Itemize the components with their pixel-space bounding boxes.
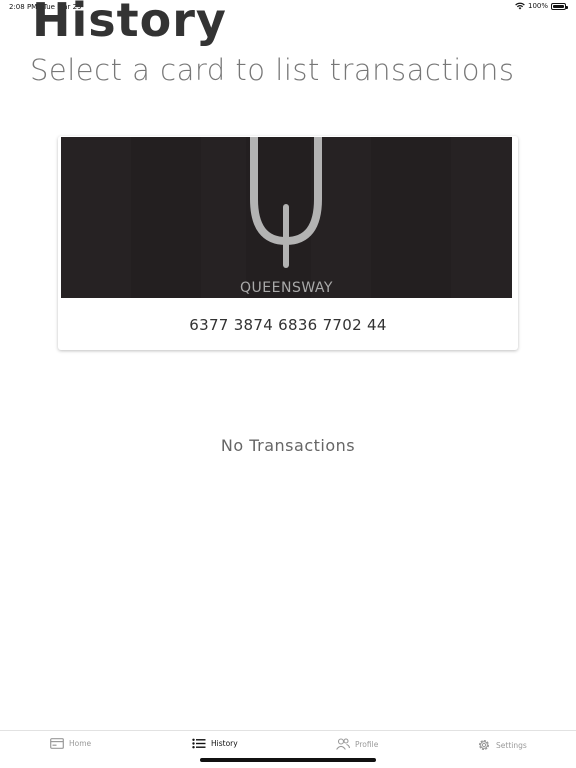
status-indicators: 100%	[515, 2, 568, 10]
tab-settings[interactable]: Settings	[477, 738, 527, 752]
tab-home[interactable]: Home	[50, 738, 91, 749]
tab-profile-label: Profile	[355, 739, 379, 749]
list-icon	[192, 738, 206, 749]
card-icon	[50, 738, 64, 749]
page-subtitle: Select a card to list transactions	[30, 53, 515, 87]
queensway-logo-icon	[250, 137, 322, 268]
card-tile[interactable]: QUEENSWAY 6377 3874 6836 7702 44	[58, 136, 518, 350]
card-number: 6377 3874 6836 7702 44	[189, 316, 387, 334]
page-title: History	[32, 0, 227, 47]
tab-history[interactable]: History	[192, 738, 238, 749]
wifi-icon	[515, 2, 525, 10]
tab-profile[interactable]: Profile	[336, 738, 378, 750]
tab-bar: Home History Profile Settings	[0, 730, 576, 768]
users-icon	[336, 738, 350, 750]
card-brand: QUEENSWAY	[240, 280, 333, 296]
battery-percent: 100%	[527, 2, 548, 10]
battery-icon	[551, 2, 568, 10]
tab-home-label: Home	[69, 739, 92, 748]
card-image: QUEENSWAY	[61, 137, 512, 298]
tab-settings-label: Settings	[496, 740, 527, 750]
home-indicator	[200, 758, 376, 762]
empty-transactions-message: No Transactions	[220, 436, 356, 455]
gear-icon	[478, 739, 490, 751]
tab-history-label: History	[211, 739, 238, 748]
